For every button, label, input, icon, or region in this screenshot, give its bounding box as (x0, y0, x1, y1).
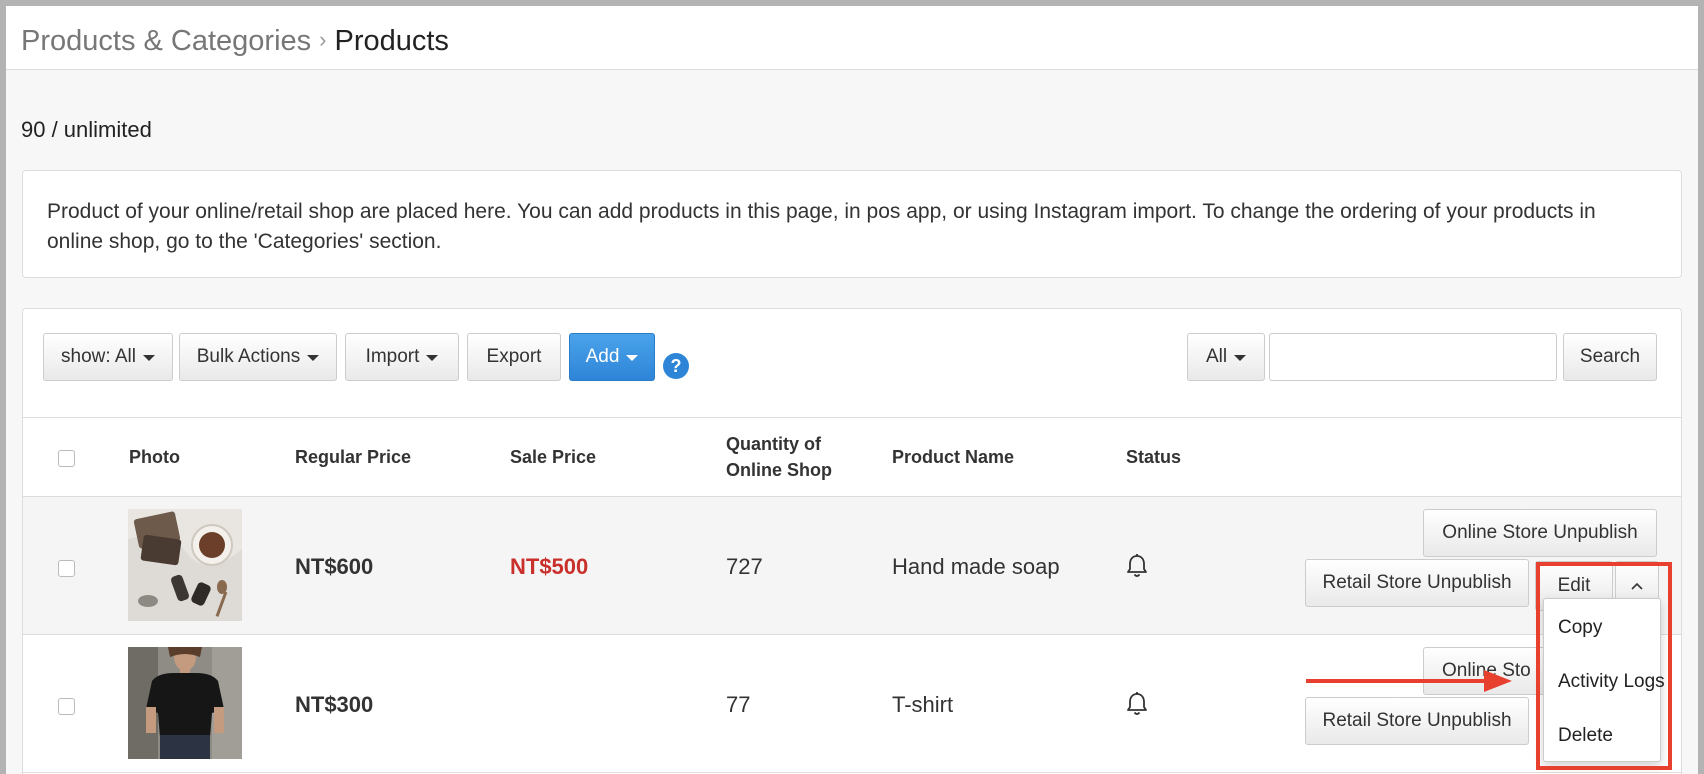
header-quantity-line1: Quantity of (726, 434, 821, 454)
help-icon[interactable]: ? (663, 353, 689, 379)
search-button[interactable]: Search (1563, 333, 1657, 381)
tshirt-photo-image (128, 647, 242, 759)
breadcrumb-parent-link[interactable]: Products & Categories (21, 25, 311, 57)
select-all-checkbox[interactable] (58, 450, 75, 467)
breadcrumb: Products & Categories › Products (21, 23, 449, 61)
search-label: Search (1579, 346, 1641, 367)
regular-price: NT$600 (295, 554, 374, 579)
search-scope-label: All (1205, 346, 1228, 367)
add-label: Add (585, 346, 620, 367)
regular-price: NT$300 (295, 692, 374, 717)
product-name[interactable]: T-shirt (892, 691, 953, 719)
edit-options-menu: Copy Activity Logs Delete (1543, 598, 1665, 762)
edit-label: Edit (1557, 575, 1591, 596)
product-photo-tshirt[interactable] (128, 647, 242, 759)
header-photo: Photo (129, 447, 180, 467)
retail-store-unpublish-button[interactable]: Retail Store Unpublish (1305, 697, 1529, 745)
export-button[interactable]: Export (467, 333, 561, 381)
add-button[interactable]: Add (569, 333, 655, 381)
menu-item-activity-logs[interactable]: Activity Logs (1558, 671, 1665, 693)
caret-down-icon (426, 355, 439, 361)
search-input[interactable] (1269, 333, 1557, 381)
info-box: Product of your online/retail shop are p… (22, 170, 1682, 278)
header-status: Status (1126, 447, 1182, 467)
import-label: Import (365, 346, 420, 367)
caret-down-icon (626, 355, 639, 361)
product-name[interactable]: Hand made soap (892, 553, 1060, 581)
products-panel: show: All Bulk Actions Import Export Add… (22, 308, 1682, 774)
header-product-name: Product Name (892, 447, 1015, 467)
retail-store-unpublish-label: Retail Store Unpublish (1322, 572, 1512, 593)
import-button[interactable]: Import (345, 333, 459, 381)
quantity: 77 (726, 692, 751, 717)
header-quantity-line2: Online Shop (726, 460, 832, 480)
bell-icon[interactable] (1125, 691, 1149, 717)
app-frame: Products & Categories › Products 90 / unli… (6, 6, 1698, 774)
bulk-actions-button[interactable]: Bulk Actions (179, 333, 337, 381)
table-header: Photo Regular Price Sale Price Quantity … (23, 417, 1681, 497)
product-quota: 90 / unlimited (21, 117, 152, 142)
chevron-right-icon: › (319, 27, 327, 52)
page-title: Products (334, 25, 449, 57)
chevron-up-icon (1631, 582, 1643, 590)
top-bar: Products & Categories › Products (6, 6, 1698, 70)
search-scope-dropdown[interactable]: All (1187, 333, 1265, 381)
retail-store-unpublish-button[interactable]: Retail Store Unpublish (1305, 559, 1529, 607)
menu-item-delete[interactable]: Delete (1558, 725, 1613, 747)
bell-icon[interactable] (1125, 553, 1149, 579)
table-row: NT$600 NT$500 727 Hand made soap Online … (23, 497, 1681, 635)
export-label: Export (486, 346, 542, 367)
header-quantity: Quantity of Online Shop (726, 431, 832, 483)
menu-item-copy[interactable]: Copy (1558, 617, 1602, 639)
soap-photo-image (128, 509, 242, 621)
arrow-right-icon (1306, 670, 1512, 692)
info-text: Product of your online/retail shop are p… (47, 200, 1596, 253)
quantity: 727 (726, 554, 763, 579)
show-filter-label: show: All (61, 346, 136, 367)
header-sale-price: Sale Price (510, 447, 597, 467)
caret-down-icon (307, 355, 320, 361)
product-photo-soap[interactable] (128, 509, 242, 621)
show-filter-button[interactable]: show: All (43, 333, 173, 381)
online-store-unpublish-button[interactable]: Online Store Unpublish (1423, 509, 1657, 557)
row-checkbox[interactable] (58, 698, 75, 715)
header-regular-price: Regular Price (295, 447, 412, 467)
online-store-unpublish-label: Online Store Unpublish (1442, 522, 1638, 543)
retail-store-unpublish-label: Retail Store Unpublish (1322, 710, 1512, 731)
bulk-actions-label: Bulk Actions (196, 346, 301, 367)
caret-down-icon (1234, 355, 1247, 361)
caret-down-icon (142, 355, 155, 361)
table-row: NT$300 77 T-shirt Online Sto Retail Stor… (23, 635, 1681, 773)
sale-price: NT$500 (510, 554, 589, 579)
row-checkbox[interactable] (58, 560, 75, 577)
